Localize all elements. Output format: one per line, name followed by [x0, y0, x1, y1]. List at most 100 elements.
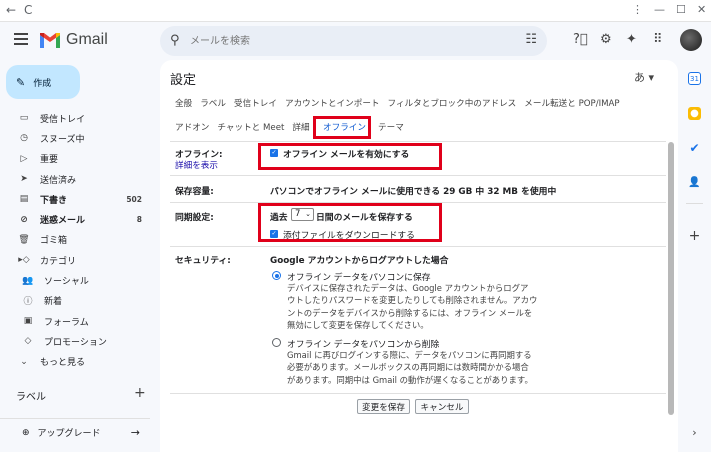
add-addon-icon[interactable]: +	[688, 229, 701, 243]
search-options-icon[interactable]: ☷	[525, 32, 537, 47]
search-icon[interactable]: ⚲	[170, 33, 180, 48]
settings-tab[interactable]: ラベル	[200, 99, 226, 109]
sidebar-item[interactable]: ▭ 受信トレイ	[0, 108, 150, 128]
description-line: 無効にして変更を保存してください。	[287, 319, 429, 330]
gmail-m-icon	[40, 32, 60, 48]
tag-icon: ◇	[24, 336, 32, 347]
chevron-right-icon[interactable]: ›	[688, 426, 701, 439]
storage-label: 保存容量:	[175, 187, 214, 197]
settings-tab[interactable]: チャットと Meet	[217, 123, 284, 133]
important-icon: ▷	[20, 153, 28, 164]
arrow-right-icon: →	[130, 426, 140, 439]
details-link[interactable]: 詳細を表示	[175, 159, 218, 171]
back-icon[interactable]: ←	[6, 3, 16, 17]
settings-tabs-row-1: 全般 ラベル 受信トレイ アカウントとインポート フィルタとブロック中のアドレス メール転…	[175, 97, 628, 109]
upgrade-button[interactable]: ⊕ アップグレード →	[0, 418, 150, 446]
tasks-icon[interactable]: ✔	[688, 142, 701, 155]
scrollbar-thumb[interactable]	[668, 142, 674, 415]
sidebar-item[interactable]: ⓘ 新着	[0, 291, 150, 311]
minimize-icon[interactable]: —	[654, 3, 665, 16]
input-tools-icon[interactable]: あ ▾	[634, 69, 654, 85]
keep-data-radio[interactable]	[272, 271, 281, 280]
upgrade-label: アップグレード	[37, 429, 101, 439]
chevron-down-icon: ⌄	[20, 356, 28, 367]
settings-tabs-row-2: アドオン チャットと Meet 詳細	[175, 121, 318, 133]
sidebar-item-label: カテゴリ	[40, 256, 77, 267]
sidebar-item-label: プロモーション	[44, 337, 107, 348]
search-input[interactable]	[190, 32, 490, 50]
settings-tab[interactable]: メール転送と POP/IMAP	[524, 99, 619, 109]
security-heading: Google アカウントからログアウトした場合	[270, 256, 449, 266]
main-menu-icon[interactable]	[14, 33, 28, 45]
apps-grid-icon[interactable]: ⠿	[653, 32, 663, 47]
spam-icon: ⊘	[20, 214, 28, 225]
sidebar-item[interactable]: ▷ 重要	[0, 149, 150, 169]
sidebar-item-label: 新着	[44, 297, 63, 308]
refresh-icon[interactable]: C	[24, 3, 32, 17]
sidebar-item[interactable]: ◷ スヌーズ中	[0, 128, 150, 148]
sidebar-item[interactable]: ◇ プロモーション	[0, 331, 150, 351]
close-icon[interactable]: ✕	[697, 3, 706, 16]
divider	[170, 393, 666, 394]
pencil-icon: ✎	[16, 75, 26, 89]
side-panel-rail: 31 ● ✔ 👤 + ›	[678, 60, 711, 452]
settings-tab[interactable]: フィルタとブロック中のアドレス	[388, 99, 517, 109]
avatar[interactable]	[680, 29, 702, 51]
sidebar-item[interactable]: ⊘ 迷惑メール 8	[0, 209, 150, 229]
maximize-icon[interactable]: ☐	[676, 3, 686, 16]
add-label-icon[interactable]: +	[134, 385, 146, 401]
sidebar-item[interactable]: ▤ 下書き 502	[0, 189, 150, 209]
info-icon: ⓘ	[23, 297, 33, 308]
gmail-logo[interactable]: Gmail	[40, 31, 108, 49]
settings-tab[interactable]: 全般	[175, 99, 192, 109]
highlight-box-sync-settings	[258, 203, 442, 242]
sidebar-item-label: フォーラム	[44, 317, 89, 328]
calendar-icon[interactable]: 31	[688, 72, 701, 85]
sync-label: 同期設定:	[175, 213, 214, 223]
compose-label: 作成	[33, 78, 52, 89]
tab-theme[interactable]: テーマ	[378, 121, 404, 133]
divider	[170, 175, 666, 176]
sidebar-item-label: 下書き	[40, 195, 68, 206]
sidebar-item[interactable]: ⌄ もっと見る	[0, 352, 150, 372]
labels-heading: ラベル	[16, 392, 46, 403]
contacts-icon[interactable]: 👤	[688, 176, 701, 189]
settings-tab[interactable]: 詳細	[292, 123, 309, 133]
sidebar-item[interactable]: ▣ フォーラム	[0, 311, 150, 331]
search-bar[interactable]: ⚲ ☷	[160, 26, 547, 56]
remove-data-radio[interactable]	[272, 338, 281, 347]
browser-toolbar: ← C ⋮ — ☐ ✕	[0, 0, 711, 22]
storage-value: パソコンでオフライン メールに使用できる 29 GB 中 32 MB を使用中	[270, 187, 557, 197]
forum-icon: ▣	[23, 316, 33, 327]
gmail-header: Gmail ⚲ ☷ ?⃝ ⚙ ✦ ⠿	[0, 22, 711, 60]
people-icon: 👥	[22, 275, 34, 286]
clock-icon: ◷	[20, 133, 28, 144]
sidebar-item[interactable]: ➤ 送信済み	[0, 169, 150, 189]
draft-icon: ▤	[19, 194, 29, 205]
gear-icon[interactable]: ⚙	[600, 32, 612, 47]
settings-panel: 設定 あ ▾ 全般 ラベル 受信トレイ アカウントとインポート フィルタとブロック中のア…	[160, 60, 678, 452]
security-label: セキュリティ:	[175, 256, 231, 266]
description-line: ントのデータをデバイスから削除するには、オフライン メールを	[287, 307, 533, 318]
cancel-button[interactable]: キャンセル	[415, 399, 469, 414]
page-title: 設定	[170, 73, 197, 88]
sidebar-item-label: 迷惑メール	[40, 216, 86, 227]
sidebar-item-label: 送信済み	[40, 175, 77, 186]
settings-tab[interactable]: 受信トレイ	[234, 99, 277, 109]
remove-data-description: Gmail に再びログインする際に、データをパソコンに再同期する 必要があります。…	[287, 349, 533, 386]
settings-tab[interactable]: アカウントとインポート	[285, 99, 380, 109]
save-button[interactable]: 変更を保存	[357, 399, 410, 414]
sidebar-item[interactable]: 👥 ソーシャル	[0, 270, 150, 290]
upgrade-icon: ⊕	[22, 427, 30, 438]
inbox-icon: ▭	[19, 113, 29, 124]
sidebar-item-label: ゴミ箱	[40, 236, 68, 247]
sidebar-item[interactable]: 🗑 ゴミ箱	[0, 230, 150, 250]
divider	[170, 141, 666, 142]
sidebar-item[interactable]: ▸◇ カテゴリ	[0, 250, 150, 270]
keep-icon[interactable]: ●	[688, 107, 701, 120]
gemini-icon[interactable]: ✦	[626, 32, 637, 47]
compose-button[interactable]: ✎ 作成	[6, 65, 80, 99]
help-icon[interactable]: ?⃝	[573, 32, 588, 47]
settings-tab[interactable]: アドオン	[175, 123, 209, 133]
browser-menu-icon[interactable]: ⋮	[632, 3, 643, 16]
